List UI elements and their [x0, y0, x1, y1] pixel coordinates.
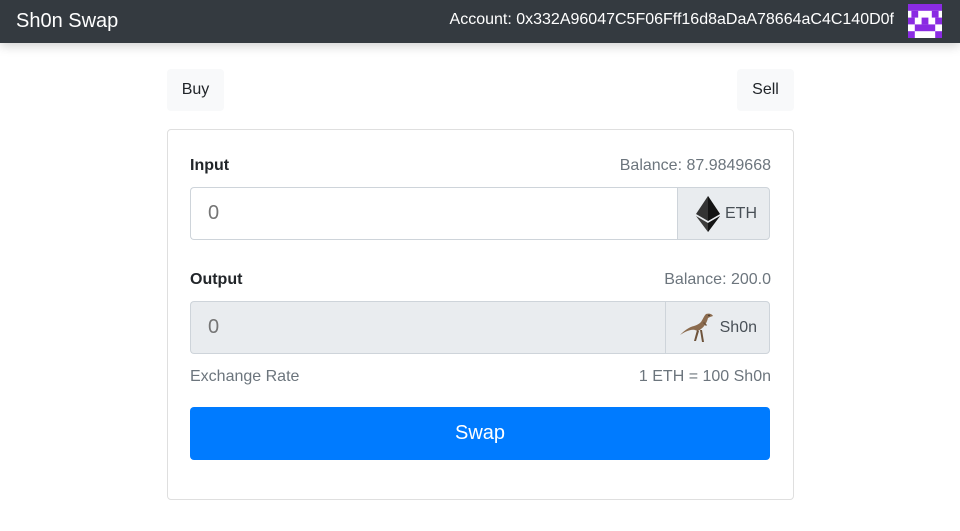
brand-title[interactable]: Sh0n Swap [16, 9, 118, 33]
output-amount-group: Sh0n [190, 301, 770, 354]
swap-button[interactable]: Swap [190, 407, 770, 460]
output-amount-field [190, 301, 665, 354]
output-token-label: Sh0n [719, 318, 757, 336]
input-balance: Balance: 87.9849668 [619, 157, 771, 174]
output-balance: Balance: 200.0 [664, 271, 771, 288]
buy-tab-button[interactable]: Buy [167, 69, 224, 111]
account-address: Account: 0x332A96047C5F06Fff16d8aDaA7866… [449, 11, 894, 28]
input-amount-group: ETH [190, 187, 770, 240]
identicon-graphic [908, 4, 942, 38]
output-token-addon: Sh0n [664, 301, 770, 354]
input-label: Input [190, 157, 230, 174]
swap-card: Input Balance: 87.9849668 ETH Output Bal… [167, 129, 794, 500]
navbar: Sh0n Swap Account: 0x332A96047C5F06Fff16… [0, 0, 960, 43]
input-token-addon: ETH [677, 187, 770, 240]
sell-tab-button[interactable]: Sell [737, 69, 794, 111]
exchange-rate-value: 1 ETH = 100 Sh0n [638, 368, 771, 385]
input-amount-field[interactable] [190, 187, 677, 240]
account-identicon-icon [908, 4, 942, 38]
dinosaur-icon [679, 313, 713, 342]
ethereum-icon [696, 195, 720, 232]
input-token-label: ETH [725, 204, 757, 222]
output-label: Output [190, 271, 243, 288]
exchange-rate-label: Exchange Rate [190, 368, 300, 385]
